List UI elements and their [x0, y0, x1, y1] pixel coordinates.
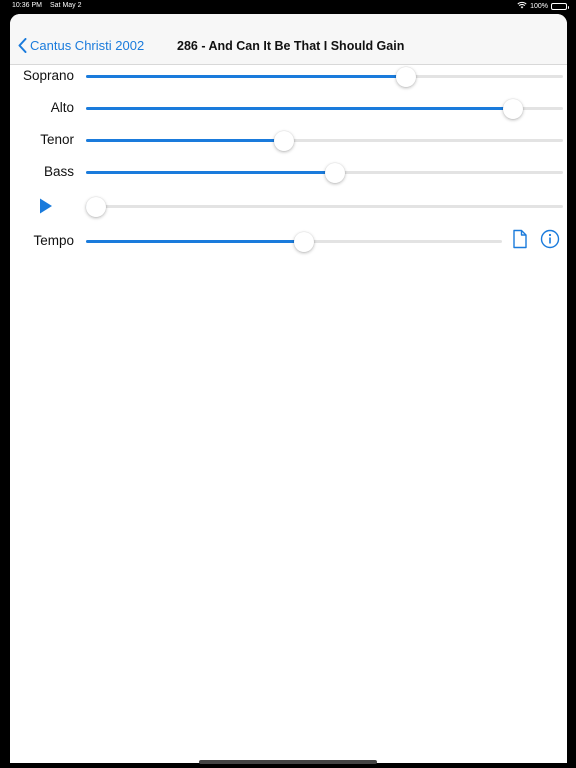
- tenor-slider[interactable]: [86, 129, 563, 153]
- status-bar: 10:36 PM Sat May 2 100%: [0, 0, 576, 13]
- tempo-slider[interactable]: [86, 230, 502, 254]
- slider-row-alto: Alto: [10, 99, 567, 131]
- bass-slider[interactable]: [86, 161, 563, 185]
- slider-fill: [86, 139, 285, 142]
- slider-label: Tempo: [33, 233, 74, 248]
- document-icon[interactable]: [512, 229, 528, 249]
- playback-position-slider[interactable]: [86, 195, 563, 219]
- slider-row-tempo: Tempo: [10, 229, 567, 264]
- slider-thumb[interactable]: [294, 232, 314, 252]
- slider-label: Alto: [50, 100, 74, 115]
- play-icon[interactable]: [39, 197, 53, 215]
- navigation-bar: Cantus Christi 2002 286 - And Can It Be …: [10, 14, 567, 65]
- slider-thumb[interactable]: [324, 163, 345, 183]
- slider-row-soprano: Soprano: [10, 67, 567, 99]
- battery-icon: [551, 2, 569, 10]
- slider-fill: [86, 171, 335, 174]
- wifi-icon: [517, 1, 527, 11]
- slider-fill: [86, 75, 407, 78]
- slider-label: Soprano: [22, 68, 74, 83]
- status-date: Sat May 2: [50, 2, 82, 9]
- alto-slider[interactable]: [86, 97, 563, 121]
- battery-percent: 100%: [530, 2, 548, 10]
- slider-thumb[interactable]: [396, 67, 417, 87]
- tempo-actions: [512, 229, 560, 249]
- chevron-left-icon: [18, 38, 27, 53]
- slider-label: Bass: [43, 164, 74, 179]
- playback-row: [10, 197, 567, 229]
- back-button-label: Cantus Christi 2002: [30, 38, 145, 53]
- slider-fill: [86, 107, 514, 110]
- info-icon[interactable]: [540, 229, 560, 249]
- status-time: 10:36 PM: [12, 2, 42, 9]
- slider-label: Tenor: [40, 132, 74, 147]
- slider-fill: [86, 240, 304, 243]
- slider-thumb[interactable]: [86, 197, 106, 217]
- device-frame: 10:36 PM Sat May 2 100% Cantus Christi 2…: [0, 0, 576, 768]
- slider-track: [86, 205, 563, 208]
- slider-row-bass: Bass: [10, 163, 567, 195]
- slider-row-tenor: Tenor: [10, 131, 567, 163]
- app-screen: Cantus Christi 2002 286 - And Can It Be …: [10, 14, 567, 763]
- status-right: 100%: [517, 1, 569, 11]
- home-indicator[interactable]: [199, 760, 377, 764]
- soprano-slider[interactable]: [86, 65, 563, 89]
- page-title: 286 - And Can It Be That I Should Gain: [177, 39, 405, 53]
- back-button[interactable]: Cantus Christi 2002: [18, 38, 144, 53]
- slider-thumb[interactable]: [274, 131, 295, 151]
- slider-thumb[interactable]: [503, 99, 524, 119]
